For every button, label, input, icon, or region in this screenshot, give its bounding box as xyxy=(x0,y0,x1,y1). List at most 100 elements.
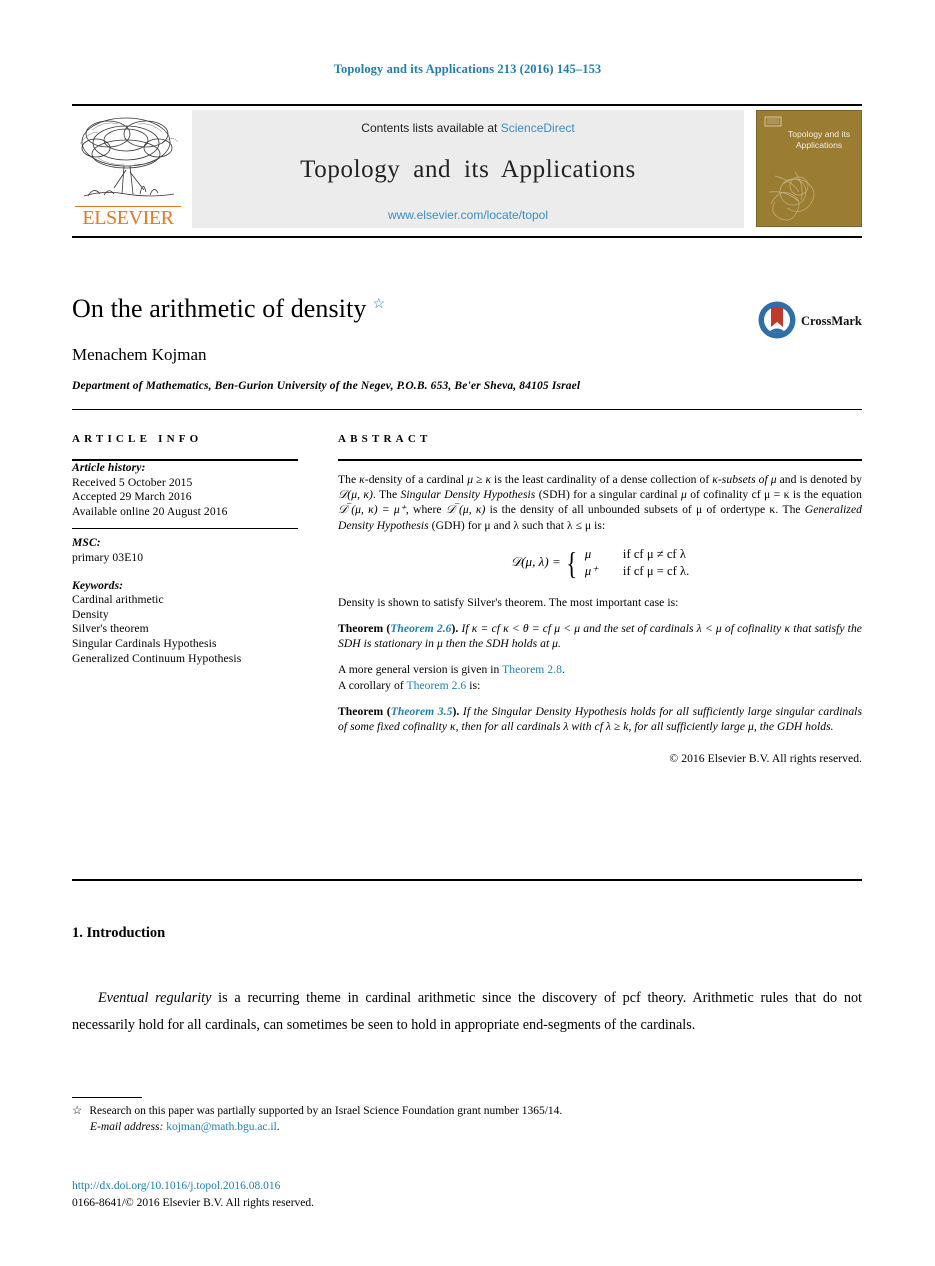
footnote-grant-line: ☆ Research on this paper was partially su… xyxy=(72,1103,862,1119)
article-first-page: Topology and its Applications 213 (2016)… xyxy=(0,0,935,1266)
running-head: Topology and its Applications 213 (2016)… xyxy=(333,62,602,76)
footnote-grant-text: Research on this paper was partially sup… xyxy=(89,1105,563,1117)
sciencedirect-banner: Contents lists available at ScienceDirec… xyxy=(192,110,744,228)
case-2-value: μ⁺ xyxy=(584,563,598,578)
contents-line: Contents lists available at ScienceDirec… xyxy=(192,121,744,135)
theorem-2-label: Theorem xyxy=(338,704,384,718)
abs-math: 𝒟‾(μ, κ) = μ⁺ xyxy=(338,503,406,517)
email-period: . xyxy=(276,1121,280,1133)
abs-frag: and is denoted by xyxy=(776,473,863,486)
masthead-bottom-rule xyxy=(72,236,862,238)
theorem-1-reference-link[interactable]: Theorem 2.6 xyxy=(390,622,451,635)
journal-url-link[interactable]: www.elsevier.com/locate/topol xyxy=(192,208,744,222)
cover-title-text: Topology and its Applications xyxy=(787,129,851,150)
sciencedirect-link[interactable]: ScienceDirect xyxy=(501,121,575,135)
case-1-value: μ xyxy=(584,546,592,561)
abstract-paragraph-1: The κ-density of a cardinal μ ≥ κ is the… xyxy=(338,472,862,533)
keywords-label: Keywords: xyxy=(72,578,124,592)
cover-publisher-mark-icon xyxy=(764,116,782,127)
doi-link[interactable]: http://dx.doi.org/10.1016/j.topol.2016.0… xyxy=(72,1178,862,1195)
page-title: On the arithmetic of density ☆ xyxy=(72,294,385,324)
case-2-condition: if cf μ = cf λ. xyxy=(622,563,690,578)
abs-math: 𝒟(μ, κ) xyxy=(338,488,373,502)
article-history-block: Article history: Received 5 October 2015… xyxy=(72,461,298,519)
issn-copyright-line: 0166-8641/© 2016 Elsevier B.V. All right… xyxy=(72,1196,315,1209)
contents-prefix: Contents lists available at xyxy=(361,121,501,135)
article-info-column: ARTICLE INFO Article history: Received 5… xyxy=(72,433,298,666)
abstract-copyright: © 2016 Elsevier B.V. All rights reserved… xyxy=(669,752,862,766)
case-1-condition: if cf μ ≠ cf λ xyxy=(622,546,686,561)
equation-lhs: 𝒟(μ, λ) = xyxy=(510,553,561,569)
theorem-2: Theorem (Theorem 3.5). If the Singular D… xyxy=(338,704,863,734)
affiliation-rule xyxy=(72,409,862,410)
crossmark-label: CrossMark xyxy=(801,314,862,328)
history-accepted: Accepted 29 March 2016 xyxy=(72,490,192,504)
theorem-1: Theorem (Theorem 2.6). If κ = cf κ < θ =… xyxy=(338,622,863,651)
email-address-link[interactable]: kojman@math.bgu.ac.il xyxy=(166,1121,277,1133)
journal-title: Topology and its Applications xyxy=(300,156,636,183)
abstract-paragraph-3: A more general version is given in Theor… xyxy=(338,662,862,692)
abs-math: κ-subsets of xyxy=(712,473,771,486)
masthead-top-rule xyxy=(72,104,862,106)
keyword-item: Silver's theorem xyxy=(72,622,149,636)
abs-frag: is the least cardinality of a dense coll… xyxy=(491,473,713,486)
imprint-block: http://dx.doi.org/10.1016/j.topol.2016.0… xyxy=(72,1178,862,1211)
keyword-item: Generalized Continuum Hypothesis xyxy=(72,651,242,665)
email-address-label: E-mail address: xyxy=(90,1121,164,1133)
msc-block: MSC: primary 03E10 xyxy=(72,536,298,565)
theorem-2-reference-link[interactable]: Theorem 3.5 xyxy=(391,705,453,718)
theorem-2-6-link[interactable]: Theorem 2.6 xyxy=(406,679,466,692)
equation-brace-icon: { xyxy=(566,544,578,581)
crossmark-icon xyxy=(758,301,796,339)
footnote-rule xyxy=(72,1097,142,1098)
history-received: Received 5 October 2015 xyxy=(72,475,193,489)
msc-value: primary 03E10 xyxy=(72,550,144,564)
display-equation: 𝒟(μ, λ) = { μ if cf μ ≠ cf λ μ⁺ if cf μ = … xyxy=(338,546,862,580)
journal-cover-thumbnail: Topology and its Applications xyxy=(756,110,862,227)
elsevier-wordmark: ELSEVIER xyxy=(82,207,174,229)
abs-frag: (GDH) for μ and λ such that λ ≤ μ is: xyxy=(428,518,606,532)
keyword-item: Density xyxy=(72,607,109,621)
footnote-block: ☆ Research on this paper was partially su… xyxy=(72,1103,862,1135)
equation-cases: μ if cf μ ≠ cf λ μ⁺ if cf μ = cf λ. xyxy=(585,546,689,580)
introduction-paragraph: Eventual regularity is a recurring theme… xyxy=(72,985,862,1038)
abstract-heading: ABSTRACT xyxy=(338,433,432,445)
abs-frag: The xyxy=(338,473,360,486)
keywords-block: Keywords: Cardinal arithmetic Density Si… xyxy=(72,579,298,667)
abs-frag: . The xyxy=(372,488,401,502)
title-footnote-star-icon[interactable]: ☆ xyxy=(373,297,386,312)
abstract-paragraph-2: Density is shown to satisfy Silver's the… xyxy=(338,595,679,609)
section-heading-introduction: 1. Introduction xyxy=(72,925,166,941)
intro-lead-italic: Eventual regularity xyxy=(98,990,212,1006)
cover-artwork xyxy=(768,171,815,221)
abs-frag: , where xyxy=(405,503,446,517)
abs-math: μ ≥ κ xyxy=(467,473,492,486)
author-affiliation: Department of Mathematics, Ben-Gurion Un… xyxy=(72,380,581,392)
equation-body: 𝒟(μ, λ) = { μ if cf μ ≠ cf λ μ⁺ if cf μ = … xyxy=(511,546,690,580)
theorem-2-8-link[interactable]: Theorem 2.8 xyxy=(502,663,562,676)
msc-label: MSC: xyxy=(72,536,101,550)
abs-math: 𝒟‾(μ, κ) xyxy=(445,503,486,517)
abs-frag: -density of a cardinal xyxy=(364,473,468,486)
abstract-bottom-rule xyxy=(72,879,862,881)
abs-frag: is the density of all unbounded subsets … xyxy=(485,503,805,517)
abs-frag: of cofinality cf μ = κ is the equation xyxy=(686,488,862,502)
abs-frag: . xyxy=(561,663,565,677)
keyword-item: Singular Cardinals Hypothesis xyxy=(72,636,217,650)
journal-masthead: ELSEVIER Contents lists available at Sci… xyxy=(72,110,862,228)
abs-frag: is: xyxy=(466,678,481,692)
article-history-label: Article history: xyxy=(72,461,146,474)
crossmark-badge[interactable]: CrossMark xyxy=(757,300,862,344)
keyword-item: Cardinal arithmetic xyxy=(72,593,164,607)
abs-frag: (SDH) for a singular cardinal xyxy=(535,488,681,502)
abstract-column: ABSTRACT The κ-density of a cardinal μ ≥… xyxy=(338,433,862,766)
abstract-heading-rule xyxy=(338,459,862,461)
abs-emphasis: Singular Density Hypothesis xyxy=(400,488,536,502)
footnote-email-line: E-mail address: kojman@math.bgu.ac.il. xyxy=(72,1119,862,1135)
footnote-star-icon: ☆ xyxy=(72,1105,83,1117)
abs-frag: A more general version is given in xyxy=(338,663,503,677)
elsevier-logo: ELSEVIER xyxy=(72,110,184,228)
abs-frag: A corollary of xyxy=(338,678,407,692)
theorem-1-label: Theorem xyxy=(338,622,384,636)
